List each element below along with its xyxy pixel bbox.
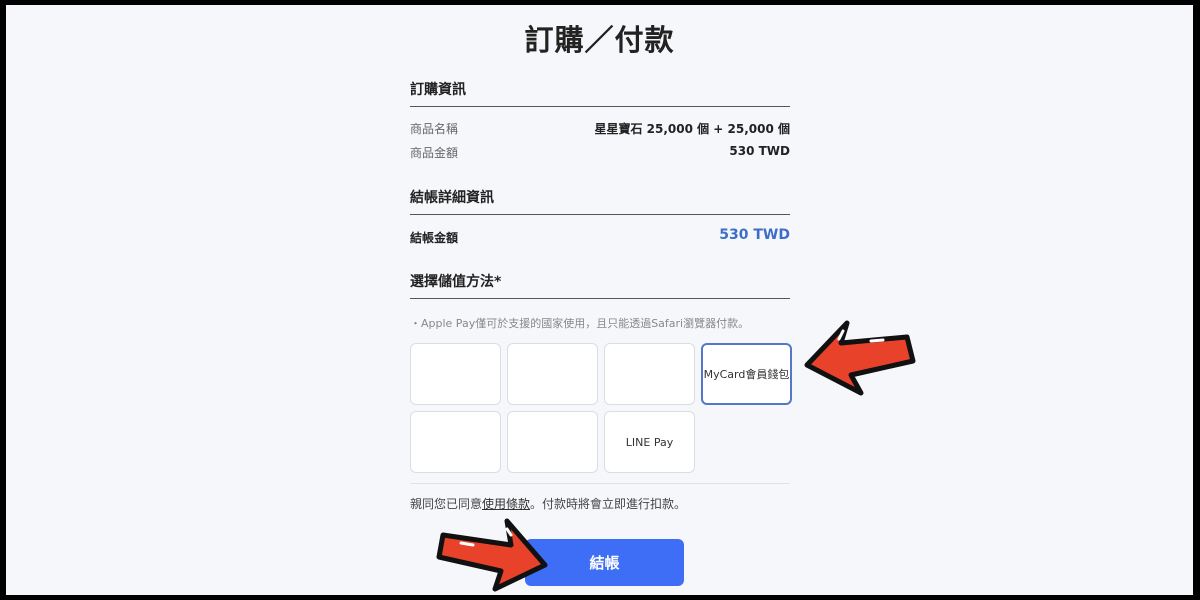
payment-option-line-pay[interactable]: LINE Pay xyxy=(604,411,695,473)
product-name-row: 商品名稱 星星寶石 25,000 個 + 25,000 個 xyxy=(410,120,790,138)
payment-option-6[interactable] xyxy=(507,411,598,473)
payment-option-1[interactable] xyxy=(410,343,501,405)
checkout-details-divider xyxy=(410,214,790,215)
page-frame: 訂購／付款 訂購資訊 商品名稱 星星寶石 25,000 個 + 25,000 個… xyxy=(6,5,1193,595)
checkout-amount-label: 結帳金額 xyxy=(410,231,459,245)
terms-suffix: 。付款時將會立即進行扣款。 xyxy=(530,497,687,511)
payment-option-mycard-wallet[interactable]: MyCard會員錢包 xyxy=(701,343,792,405)
arrow-pointing-left-icon xyxy=(804,320,916,396)
terms-of-use-link[interactable]: 使用條款 xyxy=(482,497,530,511)
payment-divider xyxy=(410,298,790,299)
order-info-divider xyxy=(410,106,790,107)
product-name-label: 商品名稱 xyxy=(410,122,459,136)
product-price-row: 商品金額 530 TWD xyxy=(410,144,790,162)
payment-option-5[interactable] xyxy=(410,411,501,473)
apple-pay-note: ・Apple Pay僅可於支援的國家使用，且只能透過Safari瀏覽器付款。 xyxy=(410,317,750,330)
terms-prefix: 親同您已同意 xyxy=(410,497,483,511)
product-price-label: 商品金額 xyxy=(410,146,459,160)
arrow-pointing-right-icon xyxy=(436,518,548,592)
checkout-amount-row: 結帳金額 530 TWD xyxy=(410,227,790,247)
order-panel: 訂購資訊 商品名稱 星星寶石 25,000 個 + 25,000 個 商品金額 … xyxy=(410,5,792,595)
product-price-value: 530 TWD xyxy=(729,144,790,158)
payment-option-3[interactable] xyxy=(604,343,695,405)
payment-option-2[interactable] xyxy=(507,343,598,405)
checkout-amount-value: 530 TWD xyxy=(719,227,790,243)
terms-text: 親同您已同意使用條款。付款時將會立即進行扣款。 xyxy=(410,495,686,512)
payment-options-grid: MyCard會員錢包 LINE Pay xyxy=(410,343,794,475)
checkout-details-title: 結帳詳細資訊 xyxy=(410,190,494,206)
payment-method-title: 選擇儲值方法* xyxy=(410,274,502,290)
product-name-value: 星星寶石 25,000 個 + 25,000 個 xyxy=(594,122,790,136)
order-info-title: 訂購資訊 xyxy=(410,82,466,98)
terms-divider xyxy=(410,483,790,484)
